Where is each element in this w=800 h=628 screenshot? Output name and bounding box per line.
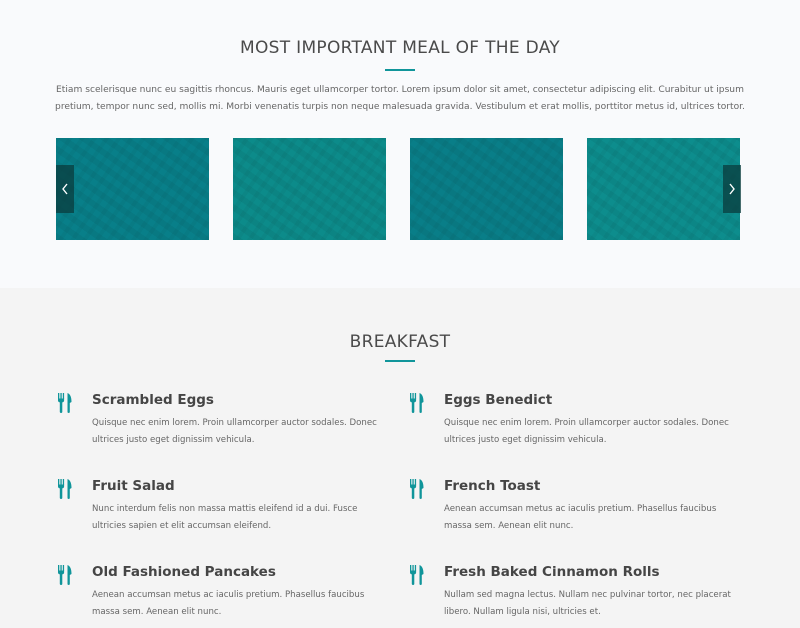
menu-item-description: Nullam sed magna lectus. Nullam nec pulv… bbox=[444, 590, 731, 617]
menu-item-description: Aenean accumsan metus ac iaculis pretium… bbox=[444, 504, 717, 531]
carousel-next-button[interactable] bbox=[723, 165, 741, 213]
menu-item-name: Old Fashioned Pancakes bbox=[92, 564, 276, 580]
menu-item-description: Quisque nec enim lorem. Proin ullamcorpe… bbox=[444, 418, 729, 445]
chevron-left-icon bbox=[62, 183, 68, 195]
fork-knife-icon bbox=[409, 479, 425, 499]
section-title-breakfast: BREAKFAST bbox=[349, 332, 451, 352]
carousel-slide[interactable] bbox=[56, 138, 209, 240]
carousel-slide[interactable] bbox=[233, 138, 386, 240]
fork-knife-icon bbox=[57, 479, 73, 499]
carousel-prev-button[interactable] bbox=[56, 165, 74, 213]
title-underline bbox=[385, 69, 415, 71]
page-title: MOST IMPORTANT MEAL OF THE DAY bbox=[240, 38, 560, 58]
menu-item-name: Fruit Salad bbox=[92, 478, 175, 494]
intro-text: Etiam scelerisque nunc eu sagittis rhonc… bbox=[55, 85, 745, 112]
menu-item-name: Eggs Benedict bbox=[444, 392, 553, 408]
fork-knife-icon bbox=[409, 565, 425, 585]
carousel-slide[interactable] bbox=[587, 138, 740, 240]
fork-knife-icon bbox=[57, 393, 73, 413]
title-underline bbox=[385, 360, 415, 362]
fork-knife-icon bbox=[409, 393, 425, 413]
carousel-slide[interactable] bbox=[410, 138, 563, 240]
chevron-right-icon bbox=[729, 183, 735, 195]
menu-item-description: Nunc interdum felis non massa mattis ele… bbox=[92, 504, 358, 531]
fork-knife-icon bbox=[57, 565, 73, 585]
menu-item-name: Fresh Baked Cinnamon Rolls bbox=[444, 564, 660, 580]
menu-item-description: Aenean accumsan metus ac iaculis pretium… bbox=[92, 590, 365, 617]
menu-item-name: French Toast bbox=[444, 478, 541, 494]
menu-item-description: Quisque nec enim lorem. Proin ullamcorpe… bbox=[92, 418, 377, 445]
menu-item-name: Scrambled Eggs bbox=[92, 392, 214, 408]
